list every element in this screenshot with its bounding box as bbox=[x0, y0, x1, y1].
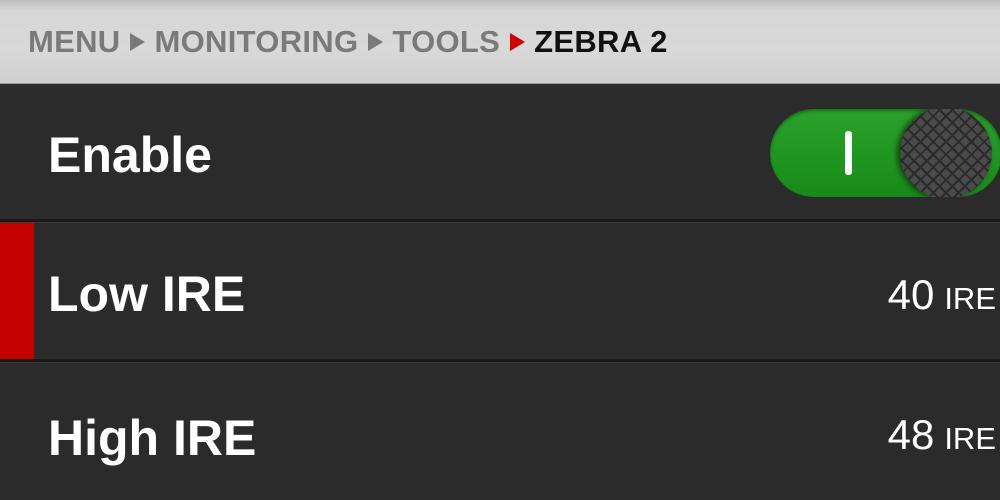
high-ire-number: 48 bbox=[887, 411, 935, 458]
breadcrumb-monitoring[interactable]: MONITORING bbox=[154, 24, 358, 60]
breadcrumb-menu[interactable]: MENU bbox=[28, 24, 120, 60]
breadcrumb-current: ZEBRA 2 bbox=[534, 24, 668, 59]
enable-toggle[interactable] bbox=[770, 109, 1000, 197]
toggle-knob[interactable] bbox=[900, 109, 992, 197]
low-ire-number: 40 bbox=[887, 271, 935, 318]
high-ire-row[interactable]: High IRE 48 IRE bbox=[0, 363, 1000, 500]
chevron-right-icon bbox=[368, 33, 384, 51]
chevron-right-active-icon bbox=[510, 33, 526, 51]
breadcrumb: MENU MONITORING TOOLS ZEBRA 2 bbox=[28, 22, 668, 62]
chevron-right-icon bbox=[130, 33, 146, 51]
enable-label: Enable bbox=[48, 127, 212, 183]
toggle-on-indicator-icon bbox=[845, 131, 852, 175]
low-ire-unit: IRE bbox=[944, 281, 996, 316]
header-bar: MENU MONITORING TOOLS ZEBRA 2 bbox=[0, 0, 1000, 84]
low-ire-row[interactable]: Low IRE 40 IRE bbox=[0, 223, 1000, 360]
selected-row-indicator bbox=[0, 223, 34, 360]
high-ire-label: High IRE bbox=[48, 410, 257, 466]
low-ire-label: Low IRE bbox=[48, 266, 246, 322]
high-ire-unit: IRE bbox=[944, 421, 996, 456]
breadcrumb-tools[interactable]: TOOLS bbox=[392, 24, 500, 60]
low-ire-value[interactable]: 40 IRE bbox=[888, 271, 996, 319]
high-ire-value[interactable]: 48 IRE bbox=[888, 411, 996, 459]
